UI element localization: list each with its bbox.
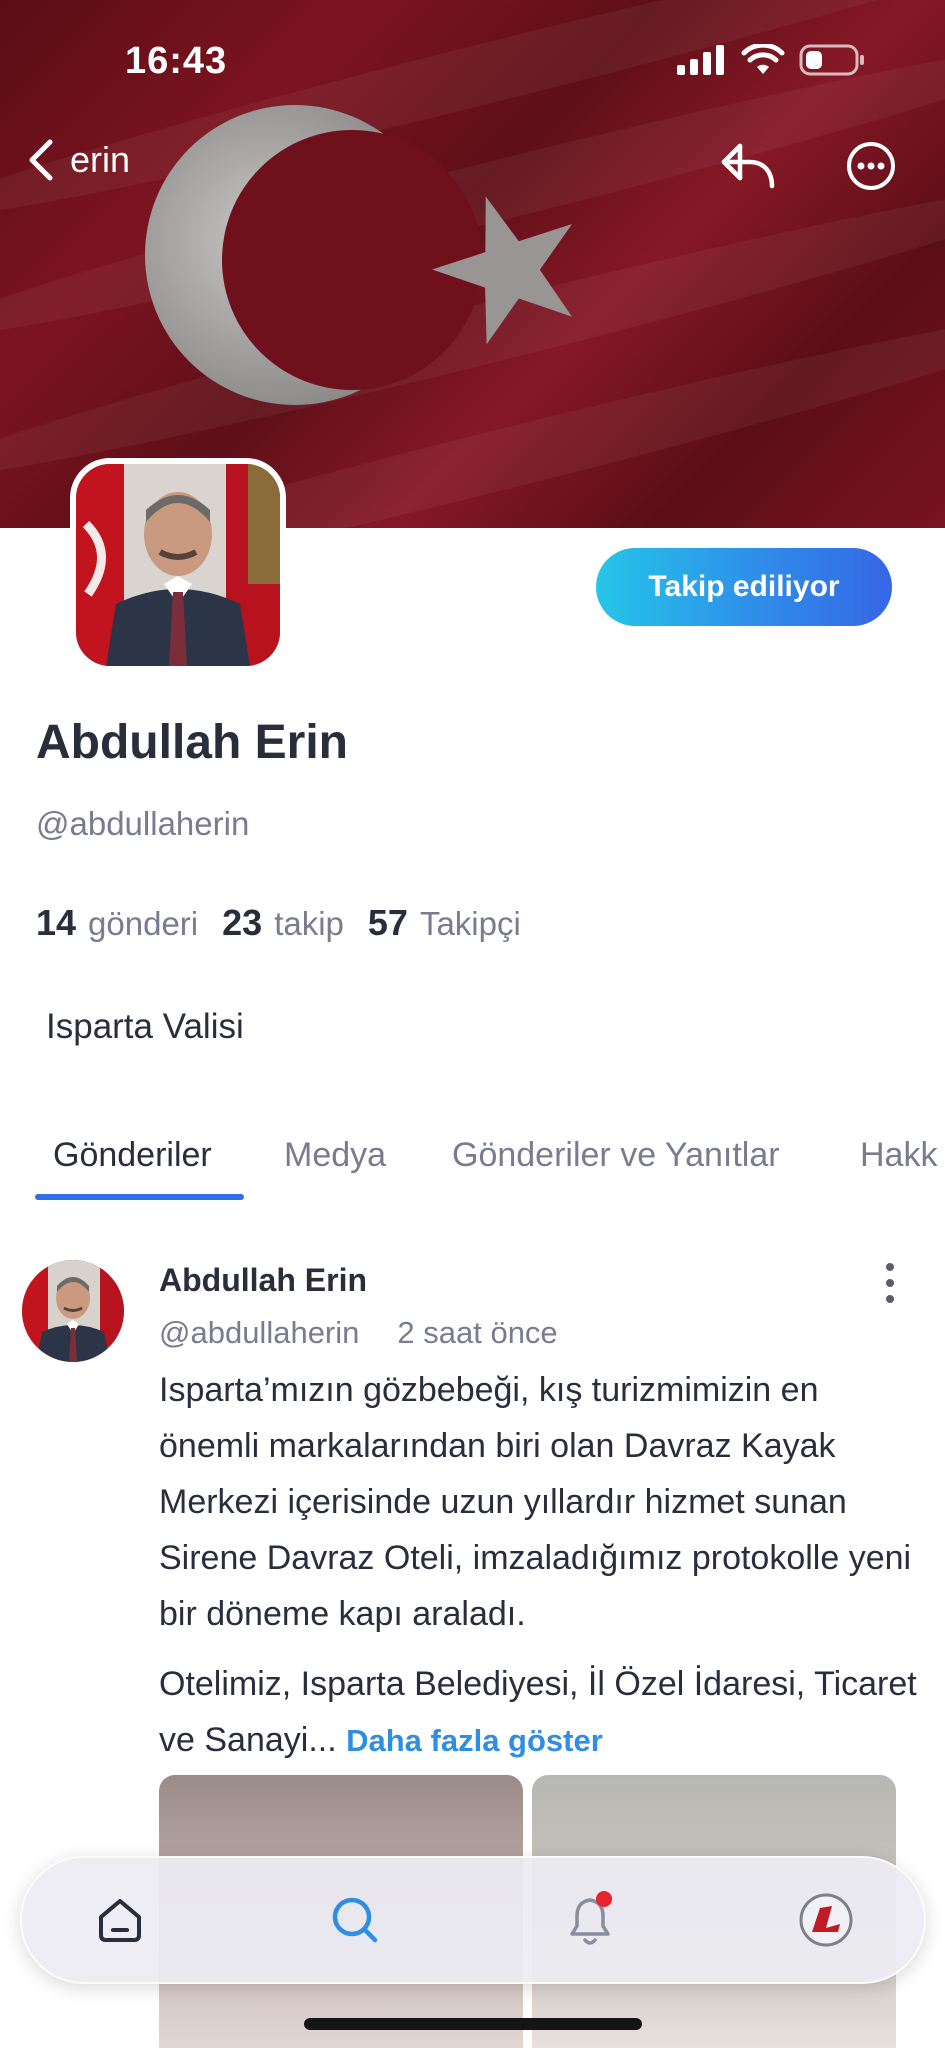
status-icons bbox=[677, 44, 865, 76]
profile-name: Abdullah Erin bbox=[36, 716, 348, 769]
battery-icon bbox=[799, 44, 864, 76]
home-indicator bbox=[304, 2018, 642, 2030]
status-time: 16:43 bbox=[125, 40, 228, 82]
nav-home[interactable] bbox=[90, 1890, 150, 1950]
stat-label: gönderi bbox=[88, 905, 199, 942]
post-more-vertical-icon[interactable] bbox=[872, 1262, 908, 1304]
post-time: 2 saat önce bbox=[397, 1315, 558, 1350]
tab-posts-and-replies[interactable]: Gönderiler ve Yanıtlar bbox=[452, 1136, 780, 1175]
signal-icon bbox=[677, 45, 724, 75]
profile-avatar-icon bbox=[799, 1893, 853, 1947]
stat-number: 57 bbox=[367, 902, 408, 943]
nav-notifications[interactable] bbox=[560, 1890, 620, 1950]
post-meta: @abdullaherin 2 saat önce bbox=[159, 1315, 558, 1351]
post-avatar[interactable] bbox=[22, 1260, 124, 1362]
reply-icon[interactable] bbox=[720, 140, 776, 192]
tab-media[interactable]: Medya bbox=[284, 1136, 386, 1175]
post-paragraph: Otelimiz, Isparta Belediyesi, İl Özel İd… bbox=[159, 1656, 919, 1769]
avatar-photo bbox=[22, 1260, 124, 1362]
profile-stats: 14 gönderi 23 takip 57 Takipçi bbox=[36, 902, 545, 944]
nav-profile[interactable] bbox=[796, 1890, 856, 1950]
notification-badge bbox=[596, 1891, 612, 1907]
avatar-photo bbox=[76, 464, 280, 666]
more-horizontal-icon[interactable] bbox=[845, 140, 897, 192]
chevron-left-icon bbox=[29, 139, 53, 181]
tab-about[interactable]: Hakk bbox=[860, 1136, 937, 1175]
profile-avatar[interactable] bbox=[70, 458, 286, 672]
tab-posts[interactable]: Gönderiler bbox=[53, 1136, 212, 1175]
post-handle: @abdullaherin bbox=[159, 1315, 360, 1350]
show-more-link[interactable]: Daha fazla göster bbox=[346, 1723, 603, 1758]
wifi-icon bbox=[741, 44, 785, 74]
post-body: Isparta’mızın gözbebeği, kış turizmimizi… bbox=[159, 1362, 919, 1769]
stat-followers[interactable]: 57 Takipçi bbox=[368, 902, 521, 944]
bottom-tab-bar bbox=[20, 1856, 926, 1984]
active-tab-indicator bbox=[35, 1194, 244, 1200]
bell-icon bbox=[570, 1891, 612, 1945]
stat-following[interactable]: 23 takip bbox=[222, 902, 344, 944]
profile-bio: Isparta Valisi bbox=[46, 1007, 244, 1046]
post-author[interactable]: Abdullah Erin bbox=[159, 1262, 367, 1299]
stat-posts[interactable]: 14 gönderi bbox=[36, 902, 198, 944]
search-icon bbox=[332, 1897, 378, 1943]
back-button[interactable]: erin bbox=[26, 138, 130, 182]
nav-search[interactable] bbox=[325, 1890, 385, 1950]
stat-number: 23 bbox=[222, 902, 263, 943]
stat-number: 14 bbox=[36, 902, 77, 943]
profile-tabs: Gönderiler Medya Gönderiler ve Yanıtlar … bbox=[0, 1130, 945, 1202]
stat-label: takip bbox=[274, 905, 344, 942]
stat-label: Takipçi bbox=[419, 905, 521, 942]
back-label: erin bbox=[70, 139, 131, 180]
home-icon bbox=[99, 1899, 141, 1942]
profile-handle: @abdullaherin bbox=[36, 805, 250, 842]
follow-button[interactable]: Takip ediliyor bbox=[596, 548, 892, 626]
post-paragraph: Isparta’mızın gözbebeği, kış turizmimizi… bbox=[159, 1371, 912, 1633]
star-icon bbox=[432, 196, 573, 345]
